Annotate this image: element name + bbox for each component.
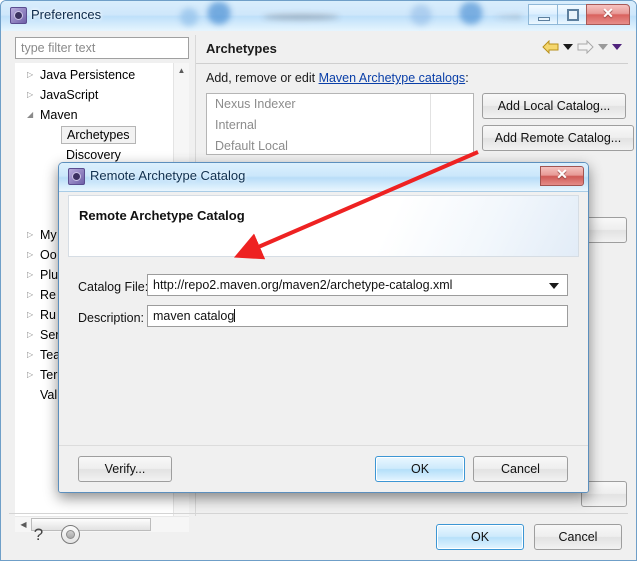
ok-button[interactable]: OK xyxy=(436,524,524,550)
close-icon: ✕ xyxy=(602,7,614,22)
sidebar-item-javascript[interactable]: ▷ JavaScript xyxy=(27,85,98,105)
dialog-body: Catalog File: http://repo2.maven.org/mav… xyxy=(59,259,588,492)
preferences-footer: ? OK Cancel xyxy=(9,513,628,552)
description-suffix: : xyxy=(465,71,469,85)
titlebar-blur-region xyxy=(171,1,521,31)
sidebar-item-ru[interactable]: ▷ Ru xyxy=(27,305,56,325)
restore-defaults-icon[interactable] xyxy=(61,525,80,544)
sidebar-item-my[interactable]: ▷ My xyxy=(27,225,57,245)
remote-archetype-catalog-dialog: Remote Archetype Catalog ✕ Remote Archet… xyxy=(58,162,589,493)
sidebar-item-label: Plu xyxy=(40,268,59,282)
sidebar-item-label: JavaScript xyxy=(40,88,99,102)
dialog-banner-title: Remote Archetype Catalog xyxy=(79,208,245,223)
sidebar-item-label: Ter xyxy=(40,368,58,382)
chevron-right-icon[interactable]: ▷ xyxy=(27,365,40,385)
sidebar-item-plu[interactable]: ▷ Plu xyxy=(27,265,58,285)
preferences-icon xyxy=(10,7,27,24)
description-field[interactable]: maven catalog xyxy=(147,305,568,327)
pane-header: Archetypes xyxy=(196,35,628,64)
list-column-divider xyxy=(430,94,431,154)
sidebar-item-re[interactable]: ▷ Re xyxy=(27,285,56,305)
add-local-catalog-button[interactable]: Add Local Catalog... xyxy=(482,93,626,119)
chevron-right-icon[interactable]: ▷ xyxy=(27,285,40,305)
sidebar-item-label: Ser xyxy=(40,328,60,342)
forward-arrow-icon[interactable] xyxy=(577,40,594,54)
sidebar-item-oo[interactable]: ▷ Oo xyxy=(27,245,57,265)
sidebar-item-maven[interactable]: ◢ Maven xyxy=(27,105,78,125)
dialog-close-button[interactable]: ✕ xyxy=(540,166,584,186)
chevron-right-icon[interactable]: ▷ xyxy=(27,305,40,325)
pane-navigation xyxy=(542,40,622,54)
cancel-button[interactable]: Cancel xyxy=(534,524,622,550)
chevron-right-icon[interactable]: ▷ xyxy=(27,245,40,265)
chevron-right-icon[interactable]: ▷ xyxy=(27,265,40,285)
page-title: Archetypes xyxy=(206,41,277,56)
window-controls: ✕ xyxy=(528,4,630,25)
window-title: Preferences xyxy=(31,7,102,22)
search-input[interactable]: type filter text xyxy=(15,37,189,59)
catalog-list[interactable]: Nexus Indexer Internal Default Local xyxy=(206,93,474,155)
back-arrow-icon[interactable] xyxy=(542,40,559,54)
sidebar-item-archetypes[interactable]: Archetypes xyxy=(61,126,136,144)
sidebar-item-label: My xyxy=(40,228,57,242)
preferences-titlebar[interactable]: Preferences ✕ xyxy=(1,1,636,31)
list-item[interactable]: Internal xyxy=(207,115,473,136)
screenshot-root: Preferences ✕ type filter text ▲ ▷ Java P… xyxy=(0,0,637,561)
catalog-file-combo[interactable]: http://repo2.maven.org/maven2/archetype-… xyxy=(147,274,568,296)
dialog-icon xyxy=(68,168,85,185)
chevron-right-icon[interactable]: ▷ xyxy=(27,225,40,245)
list-item[interactable]: Nexus Indexer xyxy=(207,94,473,115)
back-dropdown-icon[interactable] xyxy=(563,44,573,50)
description-value: maven catalog xyxy=(153,309,235,323)
chevron-right-icon[interactable]: ▷ xyxy=(27,325,40,345)
description-label: Description: xyxy=(78,311,144,325)
sidebar-item-val[interactable]: Val xyxy=(40,385,57,405)
sidebar-item-label: Maven xyxy=(40,108,78,122)
catalog-file-label: Catalog File: xyxy=(78,280,149,294)
view-menu-icon[interactable] xyxy=(612,44,622,50)
sidebar-item-label: Java Persistence xyxy=(40,68,136,82)
chevron-right-icon[interactable]: ▷ xyxy=(27,345,40,365)
sidebar-item-java-persistence[interactable]: ▷ Java Persistence xyxy=(27,65,135,85)
pane-description: Add, remove or edit Maven Archetype cata… xyxy=(206,71,469,85)
sidebar-item-label: Oo xyxy=(40,248,57,262)
dialog-ok-button[interactable]: OK xyxy=(375,456,465,482)
scroll-up-icon[interactable]: ▲ xyxy=(176,65,187,76)
add-remote-catalog-button[interactable]: Add Remote Catalog... xyxy=(482,125,634,151)
chevron-right-icon[interactable]: ▷ xyxy=(27,85,40,105)
sidebar-item-label: Ru xyxy=(40,308,56,322)
maximize-button[interactable] xyxy=(557,4,587,25)
sidebar-item-ter[interactable]: ▷ Ter xyxy=(27,365,57,385)
chevron-down-icon[interactable] xyxy=(549,283,559,289)
description-prefix: Add, remove or edit xyxy=(206,71,319,85)
text-cursor xyxy=(234,309,236,322)
sidebar-item-label: Re xyxy=(40,288,56,302)
dialog-cancel-button[interactable]: Cancel xyxy=(473,456,568,482)
chevron-down-icon[interactable]: ◢ xyxy=(27,105,40,125)
dialog-titlebar[interactable]: Remote Archetype Catalog ✕ xyxy=(59,163,588,192)
dialog-title: Remote Archetype Catalog xyxy=(90,168,246,183)
sidebar-item-ser[interactable]: ▷ Ser xyxy=(27,325,59,345)
forward-dropdown-icon[interactable] xyxy=(598,44,608,50)
catalog-file-value: http://repo2.maven.org/maven2/archetype-… xyxy=(153,278,453,292)
list-item[interactable]: Default Local xyxy=(207,136,473,154)
dialog-banner: Remote Archetype Catalog xyxy=(68,195,579,257)
dialog-separator xyxy=(59,445,588,446)
close-icon: ✕ xyxy=(556,168,568,183)
maven-archetype-catalogs-link[interactable]: Maven Archetype catalogs xyxy=(319,71,466,85)
sidebar-item-tea[interactable]: ▷ Tea xyxy=(27,345,60,365)
close-button[interactable]: ✕ xyxy=(586,4,630,25)
verify-button[interactable]: Verify... xyxy=(78,456,172,482)
help-icon[interactable]: ? xyxy=(29,525,48,544)
chevron-right-icon[interactable]: ▷ xyxy=(27,65,40,85)
minimize-button[interactable] xyxy=(528,4,558,25)
